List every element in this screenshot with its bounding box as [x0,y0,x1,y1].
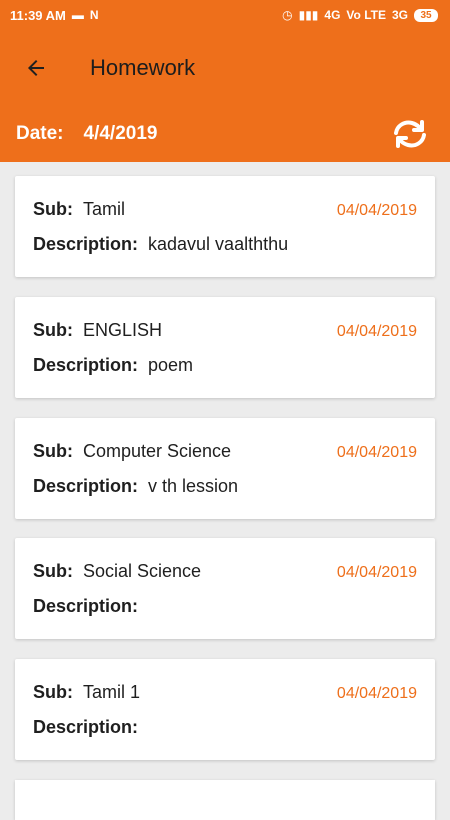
description-label: Description: [33,596,139,616]
description-value: v th lession [148,476,239,496]
page-title: Homework [90,55,196,80]
subject-value: Social Science [83,561,202,581]
subject-value: ENGLISH [83,320,163,340]
refresh-button[interactable] [388,112,432,156]
homework-date: 04/04/2019 [336,685,417,702]
subject-label: Sub: [33,320,73,340]
date-label: Date: [16,123,64,144]
subject-label: Sub: [33,561,73,581]
message-icon: ▬ [71,8,84,22]
homework-date: 04/04/2019 [336,323,417,340]
subject-label: Sub: [33,682,73,702]
subject-label: Sub: [33,441,73,461]
battery-level: 35 [420,9,432,21]
description-label: Description: [33,476,139,496]
homework-date: 04/04/2019 [336,202,417,219]
app-toolbar: Homework [0,30,450,106]
status-bar: 11:39 AM ▬ N ◷ ▮▮▮ 4G Vo LTE 3G 35 [0,0,450,30]
date-value: 4/4/2019 [83,123,158,144]
back-arrow-icon [28,60,44,76]
homework-card[interactable]: Sub: ENGLISH 04/04/2019 Description: poe… [15,297,435,398]
homework-date: 04/04/2019 [336,444,417,461]
homework-date: 04/04/2019 [336,564,417,581]
description-value: poem [148,355,194,375]
subject-value: Computer Science [83,441,232,461]
description-label: Description: [33,234,139,254]
alarm-icon: ◷ [282,8,293,22]
subject-value: Tamil [83,199,126,219]
subject-value: Tamil 1 [83,682,141,702]
homework-card-partial[interactable] [15,780,435,820]
homework-card[interactable]: Sub: Computer Science 04/04/2019 Descrip… [15,418,435,519]
description-label: Description: [33,717,139,737]
subject-label: Sub: [33,199,73,219]
network-4g: 4G [324,8,341,22]
homework-card[interactable]: Sub: Social Science 04/04/2019 Descripti… [15,538,435,639]
notification-n-icon: N [89,8,99,22]
refresh-icon [394,120,426,148]
date-bar: Date: 4/4/2019 [0,106,450,162]
status-time: 11:39 AM [10,7,66,23]
network-3g: 3G [391,8,408,22]
network-volte: Vo LTE [346,8,386,22]
signal-icon: ▮▮▮ [298,8,319,22]
description-label: Description: [33,355,139,375]
homework-card[interactable]: Sub: Tamil 04/04/2019 Description: kadav… [15,176,435,277]
homework-card[interactable]: Sub: Tamil 1 04/04/2019 Description: [15,659,435,760]
battery-icon: 35 [414,8,438,22]
back-button[interactable] [20,52,52,84]
description-value: kadavul vaalththu [148,234,289,254]
